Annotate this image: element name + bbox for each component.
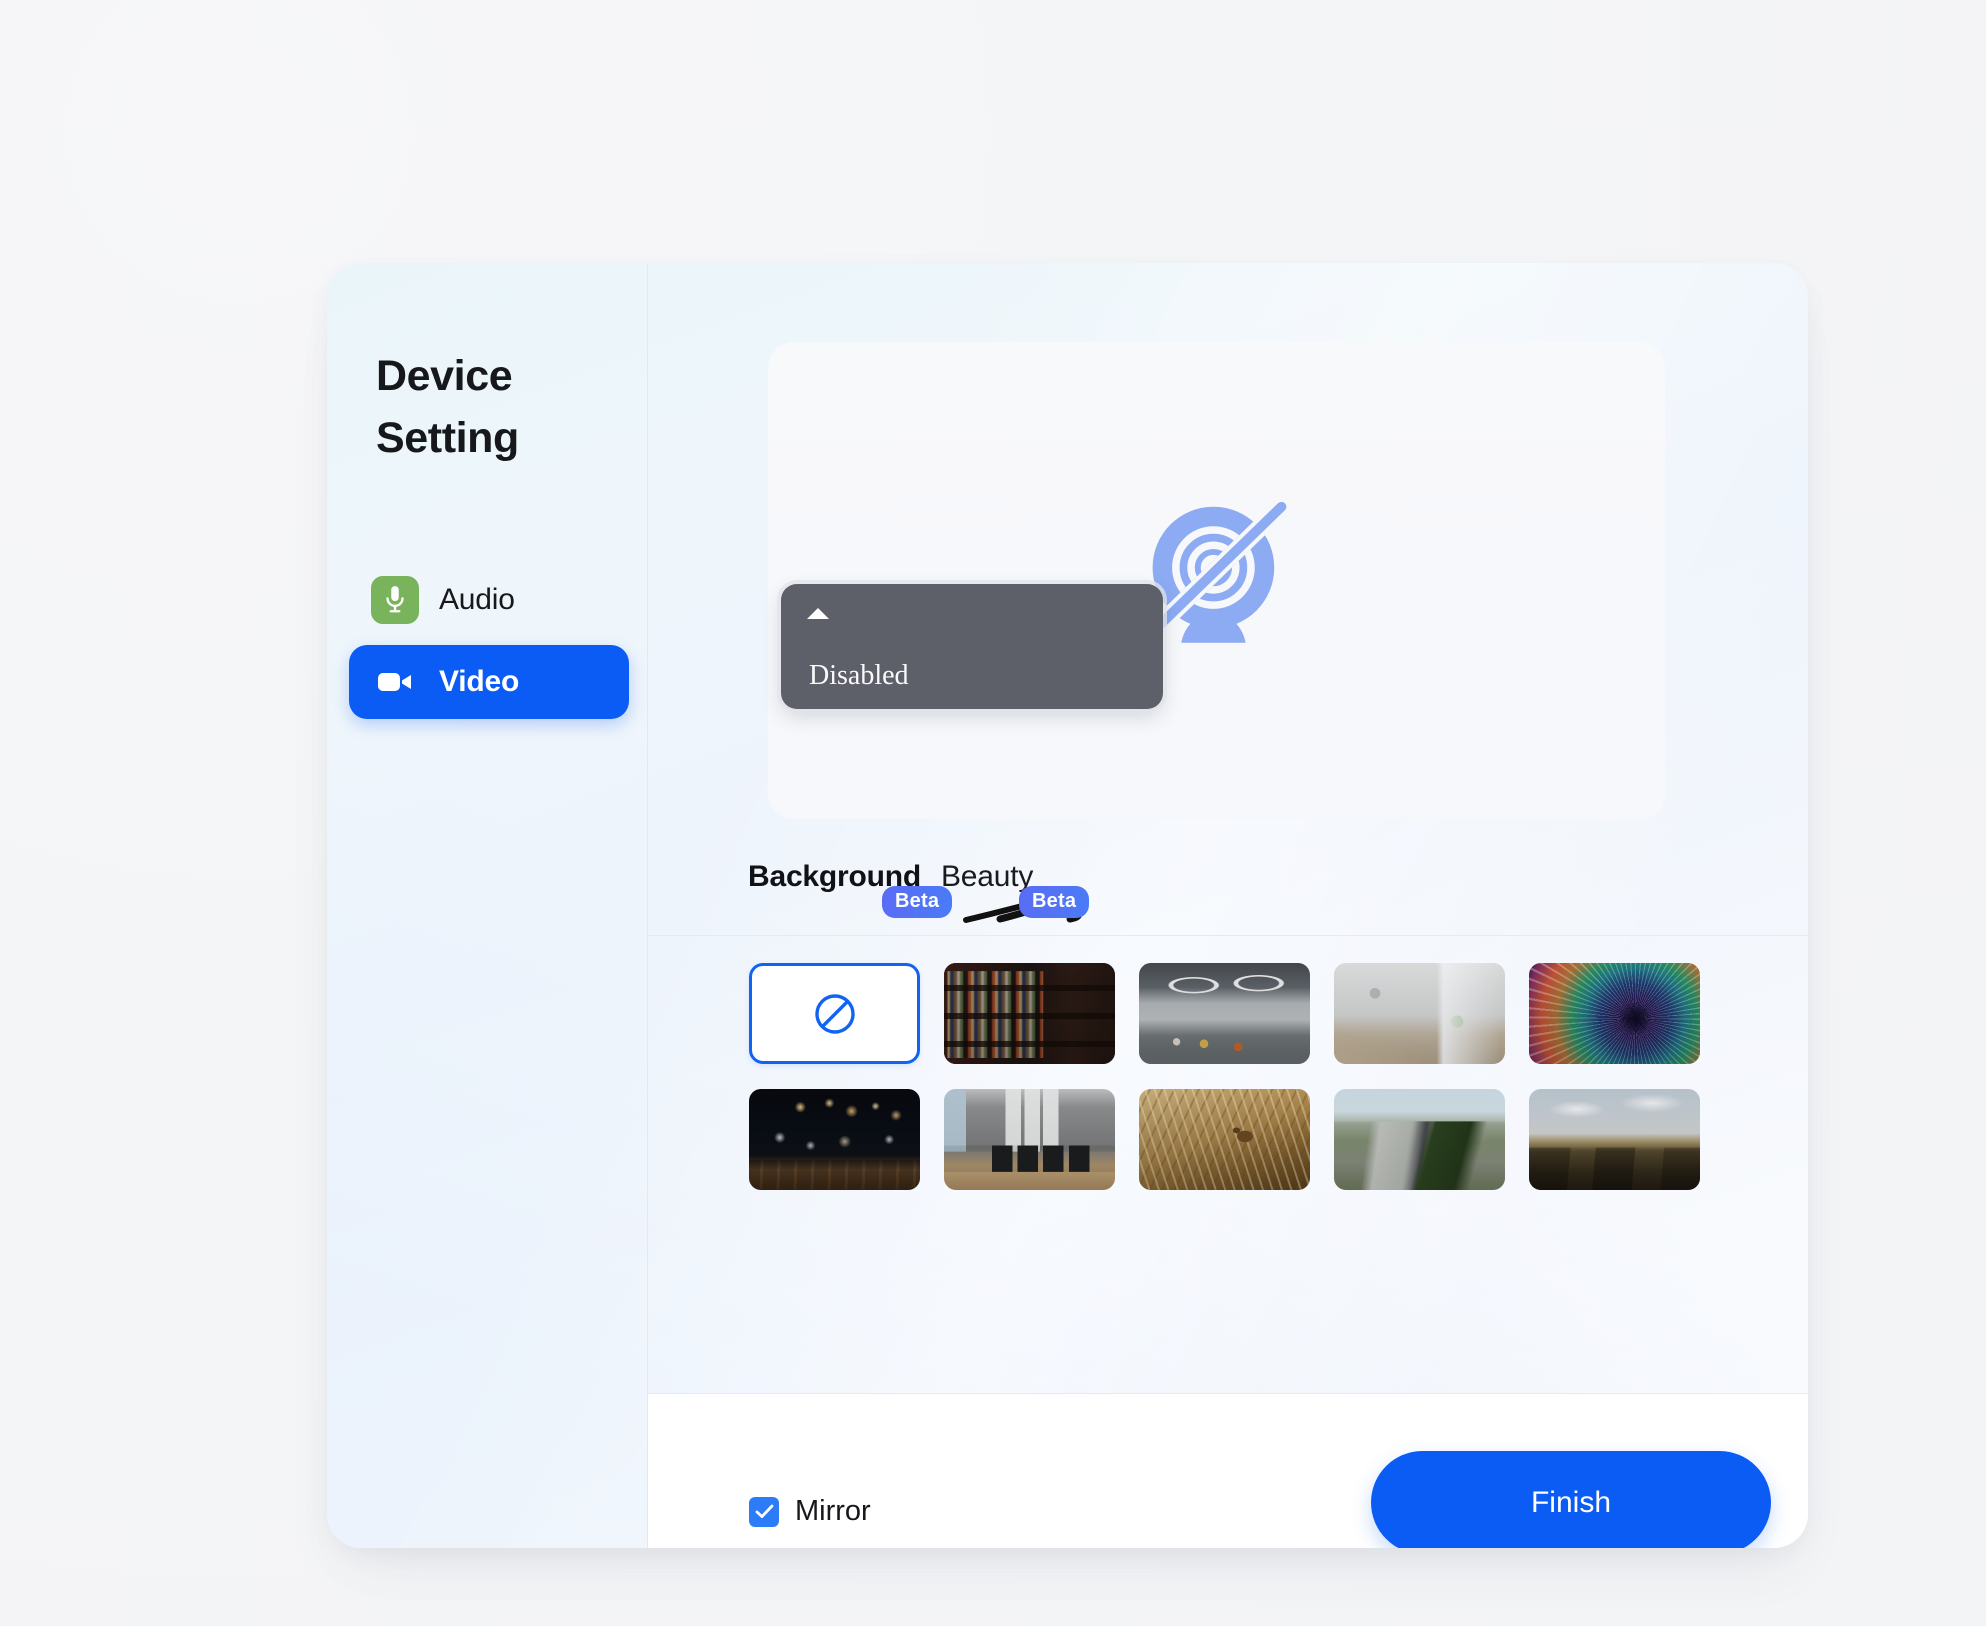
sidebar-item-audio[interactable]: Audio [349, 563, 629, 637]
sidebar-item-label: Video [439, 665, 520, 698]
background-thumb-river-valley-road[interactable] [1334, 1089, 1505, 1190]
bookshelf-shelves [944, 963, 1115, 1064]
device-popup-label: Disabled [809, 660, 909, 691]
background-thumb-colorful-vortex[interactable] [1529, 963, 1700, 1064]
colorful-vortex-swirl [1529, 963, 1700, 1064]
background-thumb-bright-desk[interactable] [1334, 963, 1505, 1064]
check-icon [755, 1504, 773, 1519]
sidebar-item-video[interactable]: Video [349, 645, 629, 719]
office-lounge-furniture [1139, 963, 1310, 1064]
device-disabled-popup[interactable]: Disabled [781, 584, 1163, 709]
finish-button[interactable]: Finish [1371, 1451, 1771, 1548]
video-preview-area [768, 342, 1665, 819]
background-thumb-meeting-room[interactable] [944, 1089, 1115, 1190]
bird-silhouette [1139, 1089, 1310, 1190]
content-panel: Disabled Background Beta Beauty Beta Mir… [648, 263, 1808, 1548]
no-background-icon [814, 993, 855, 1034]
sidebar-item-label: Audio [439, 583, 515, 616]
mirror-label: Mirror [795, 1495, 871, 1527]
tab-background[interactable]: Background Beta [748, 860, 1083, 923]
page-title: Device Setting [376, 352, 519, 463]
background-thumb-bokeh-night-lights[interactable] [749, 1089, 920, 1190]
caret-up-icon [807, 608, 829, 619]
background-thumb-modern-office-lounge[interactable] [1139, 963, 1310, 1064]
mirror-toggle[interactable]: Mirror [749, 1495, 871, 1528]
background-thumb-bookshelf[interactable] [944, 963, 1115, 1064]
tab-beauty[interactable]: Beauty Beta [941, 860, 1090, 918]
background-thumb-cliff-landscape[interactable] [1529, 1089, 1700, 1190]
sidebar: Device Setting Audio Video [327, 263, 647, 1548]
video-camera-icon [371, 658, 419, 706]
background-thumb-none[interactable] [749, 963, 920, 1064]
tabs-underline [648, 935, 1808, 936]
microphone-icon [371, 576, 419, 624]
dialog-footer: Mirror Finish [648, 1394, 1808, 1548]
device-setting-dialog: Device Setting Audio Video Disabled Back… [327, 263, 1808, 1548]
beta-badge: Beta [1019, 886, 1090, 918]
effects-tabs: Background Beta Beauty Beta [648, 860, 1808, 923]
mirror-checkbox[interactable] [749, 1496, 779, 1527]
background-grid [749, 963, 1709, 1190]
tab-label: Beauty [941, 860, 1034, 893]
bright-desk-detail [1334, 963, 1505, 1064]
background-thumb-bird-on-reeds[interactable] [1139, 1089, 1310, 1190]
sidebar-nav: Audio Video [349, 563, 629, 727]
